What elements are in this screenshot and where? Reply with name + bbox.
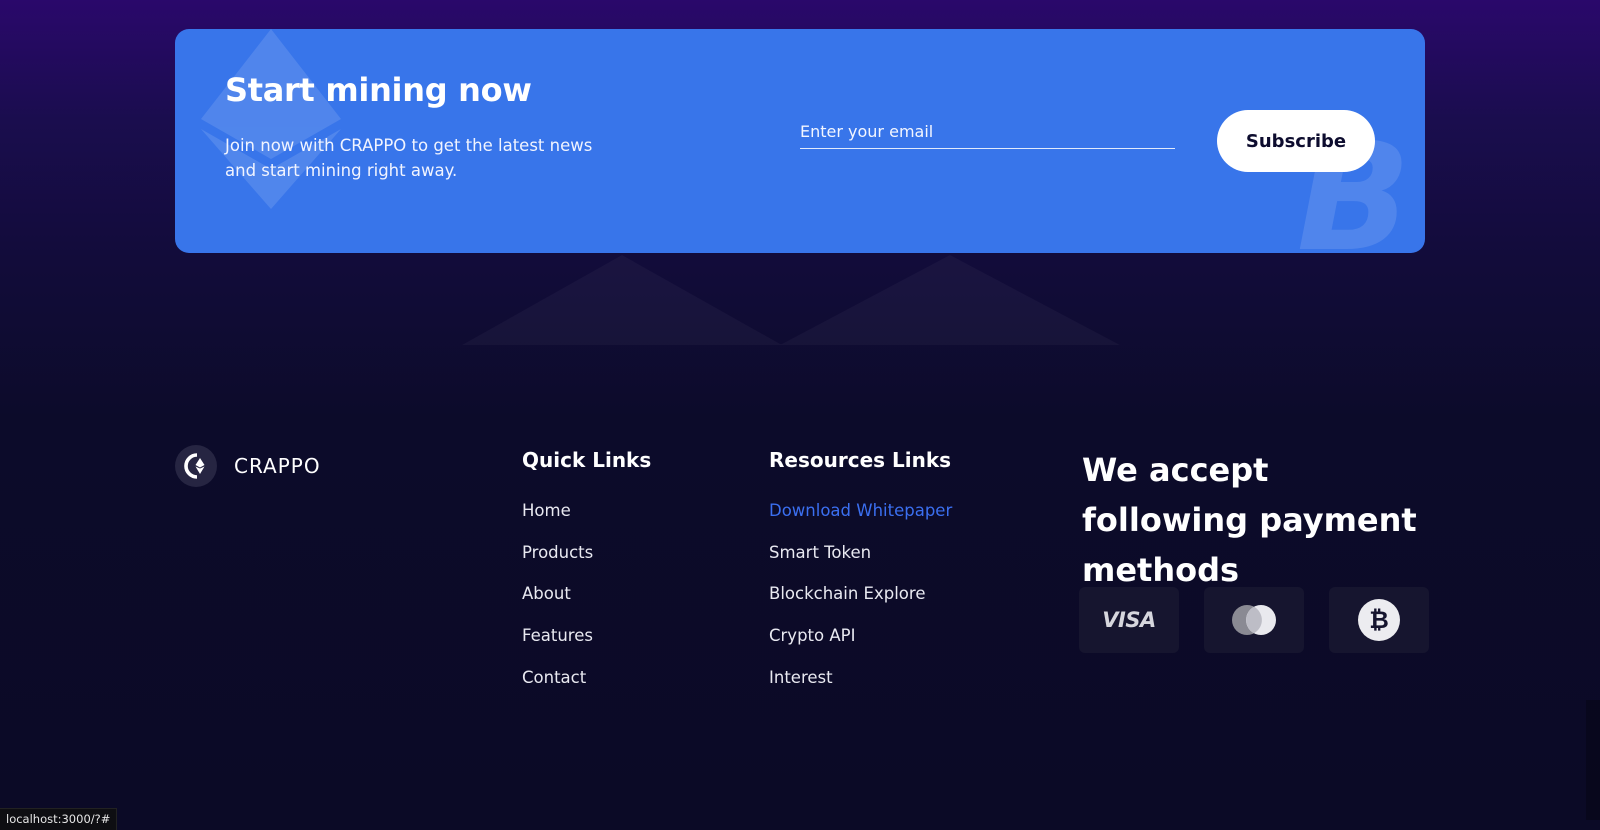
resources-links-title: Resources Links xyxy=(769,448,952,472)
bitcoin-icon: ₿ xyxy=(1358,599,1400,641)
list-item: Interest xyxy=(769,668,952,710)
subscribe-button[interactable]: Subscribe xyxy=(1217,110,1375,172)
resource-link-interest[interactable]: Interest xyxy=(769,668,833,687)
quick-links-list: Home Products About Features Contact xyxy=(522,501,593,709)
quick-link-features[interactable]: Features xyxy=(522,626,593,645)
payment-card-bitcoin: ₿ xyxy=(1329,587,1429,653)
list-item: Contact xyxy=(522,668,593,710)
quick-links-title: Quick Links xyxy=(522,448,652,472)
list-item: Crypto API xyxy=(769,626,952,668)
banner-description: Join now with CRAPPO to get the latest n… xyxy=(225,136,593,180)
background-triangle-right xyxy=(780,255,1120,345)
email-input[interactable] xyxy=(800,115,1175,148)
payment-card-visa: VISA xyxy=(1079,587,1179,653)
quick-link-contact[interactable]: Contact xyxy=(522,668,586,687)
quick-link-home[interactable]: Home xyxy=(522,501,571,520)
resource-link-blockchain-explore[interactable]: Blockchain Explore xyxy=(769,584,925,603)
payment-methods-title: We accept following payment methods xyxy=(1082,451,1417,589)
logo-mark-icon xyxy=(184,453,205,479)
payment-card-mastercard xyxy=(1204,587,1304,653)
resources-links-list: Download Whitepaper Smart Token Blockcha… xyxy=(769,501,952,709)
list-item: Blockchain Explore xyxy=(769,584,952,626)
banner-title: Start mining now xyxy=(225,71,532,109)
status-bar-url: localhost:3000/?# xyxy=(0,808,118,830)
quick-link-about[interactable]: About xyxy=(522,584,571,603)
quick-link-products[interactable]: Products xyxy=(522,543,593,562)
crappo-logo-icon xyxy=(175,445,217,487)
background-triangle-left xyxy=(462,255,782,345)
resource-link-download-whitepaper[interactable]: Download Whitepaper xyxy=(769,501,952,520)
footer-logo[interactable]: CRAPPO xyxy=(175,445,321,487)
scrollbar[interactable] xyxy=(1586,700,1600,820)
list-item: Products xyxy=(522,543,593,585)
list-item: Features xyxy=(522,626,593,668)
visa-icon: VISA xyxy=(1102,608,1156,632)
list-item: Download Whitepaper xyxy=(769,501,952,543)
list-item: Smart Token xyxy=(769,543,952,585)
resource-link-crypto-api[interactable]: Crypto API xyxy=(769,626,855,645)
email-field-wrapper xyxy=(800,115,1175,149)
list-item: Home xyxy=(522,501,593,543)
subscribe-banner: B Start mining now Join now with CRAPPO … xyxy=(175,29,1425,253)
list-item: About xyxy=(522,584,593,626)
brand-name: CRAPPO xyxy=(234,454,321,478)
mastercard-icon xyxy=(1232,605,1276,635)
resource-link-smart-token[interactable]: Smart Token xyxy=(769,543,871,562)
svg-text:₿: ₿ xyxy=(1369,606,1389,634)
